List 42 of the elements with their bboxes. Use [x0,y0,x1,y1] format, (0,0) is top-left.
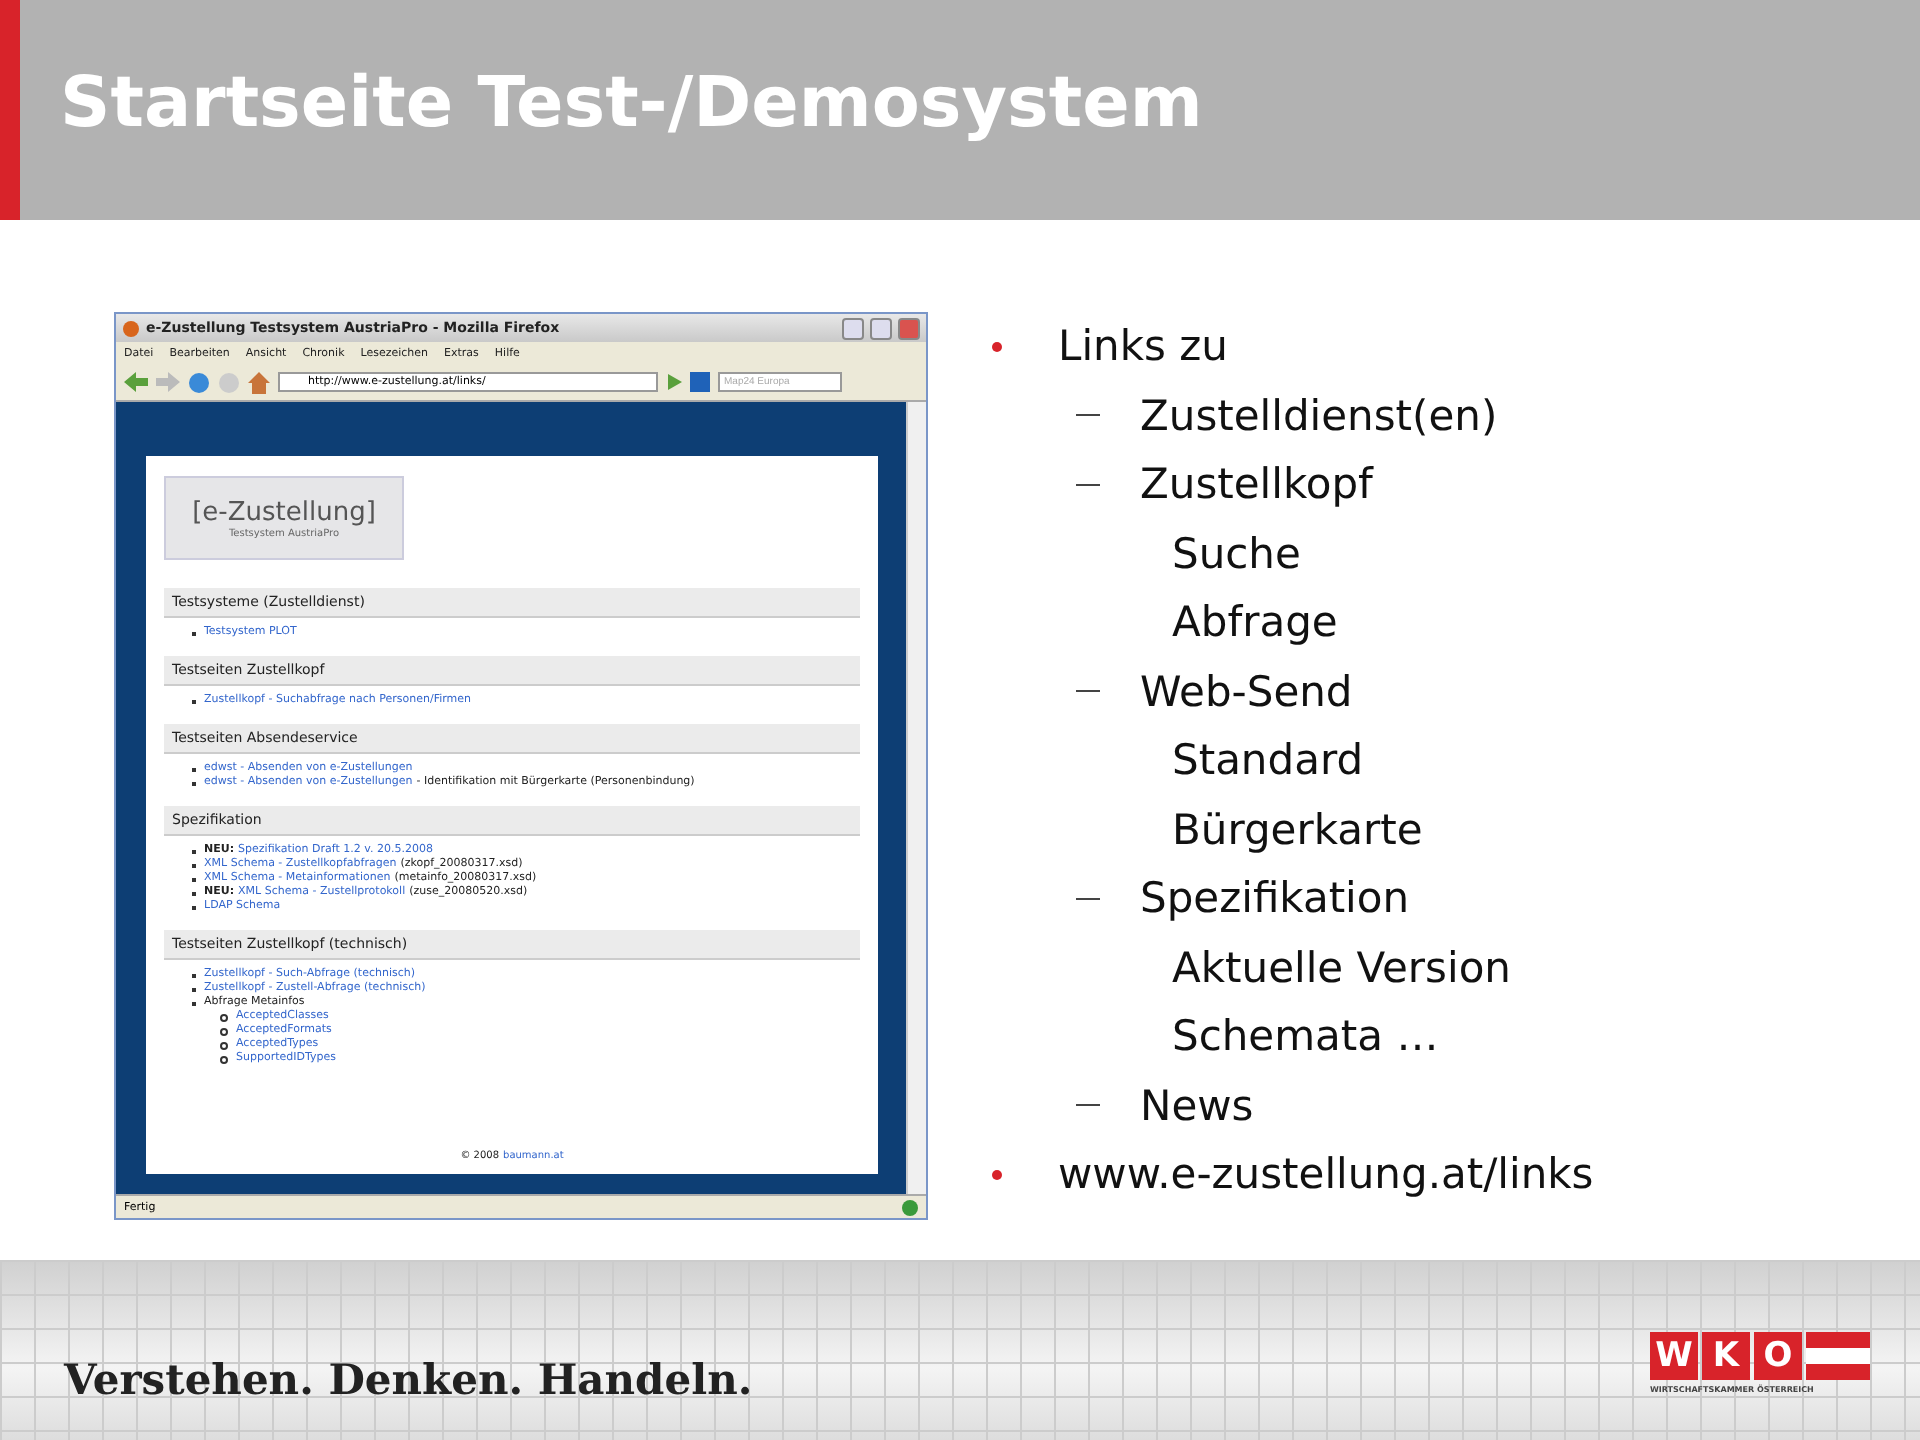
bullet-text: www.e-zustellung.at/links [1058,1150,1594,1199]
bullet-text: Spezifikation [1140,874,1410,923]
flag-icon [1806,1331,1870,1379]
dash-icon [1076,690,1100,693]
bullet-text: Links zu [1058,322,1228,371]
dash-icon [1076,1104,1100,1107]
bullet-text: Zustellkopf [1140,460,1373,509]
maximize-button[interactable] [870,317,892,339]
bullet-text: News [1140,1081,1254,1130]
forward-icon[interactable] [156,372,180,392]
reload-icon[interactable] [188,371,210,393]
browser-logo-icon [122,319,140,337]
bullet-text: Zustelldienst(en) [1140,391,1498,440]
bullet-text: Web-Send [1140,667,1353,716]
logo-title: [e-Zustellung] [192,497,376,527]
bullet-icon [992,1169,1002,1180]
dash-icon [1076,414,1100,417]
dash-icon [1076,483,1100,486]
bullet-text: Aktuelle Version [1172,943,1511,992]
slide-title: Startseite Test-/Demosystem [60,64,1203,144]
logo-letter: K [1702,1331,1750,1379]
slogan: Verstehen. Denken. Handeln. [64,1353,753,1403]
bullet-text: Standard [1172,736,1364,785]
minimize-button[interactable] [842,317,864,339]
logo-letter: W [1650,1331,1698,1379]
bullet-text: Bürgerkarte [1172,805,1423,854]
check-icon [902,1199,918,1215]
bullet-icon [992,341,1002,352]
bullet-text: Schemata … [1172,1012,1439,1061]
dash-icon [1076,897,1100,900]
bullet-text: Abfrage [1172,598,1338,647]
bullet-text: Suche [1172,529,1301,578]
list-bullet-icon [220,1027,228,1035]
scrollbar[interactable] [906,402,926,1194]
go-icon[interactable] [666,374,682,390]
logo-letter: O [1754,1331,1802,1379]
list-bullet-icon [220,1055,228,1063]
home-icon[interactable] [248,371,270,393]
list-bullet-icon [220,1041,228,1049]
close-button[interactable] [898,317,920,339]
back-icon[interactable] [124,372,148,392]
list-bullet-icon [220,1013,228,1021]
